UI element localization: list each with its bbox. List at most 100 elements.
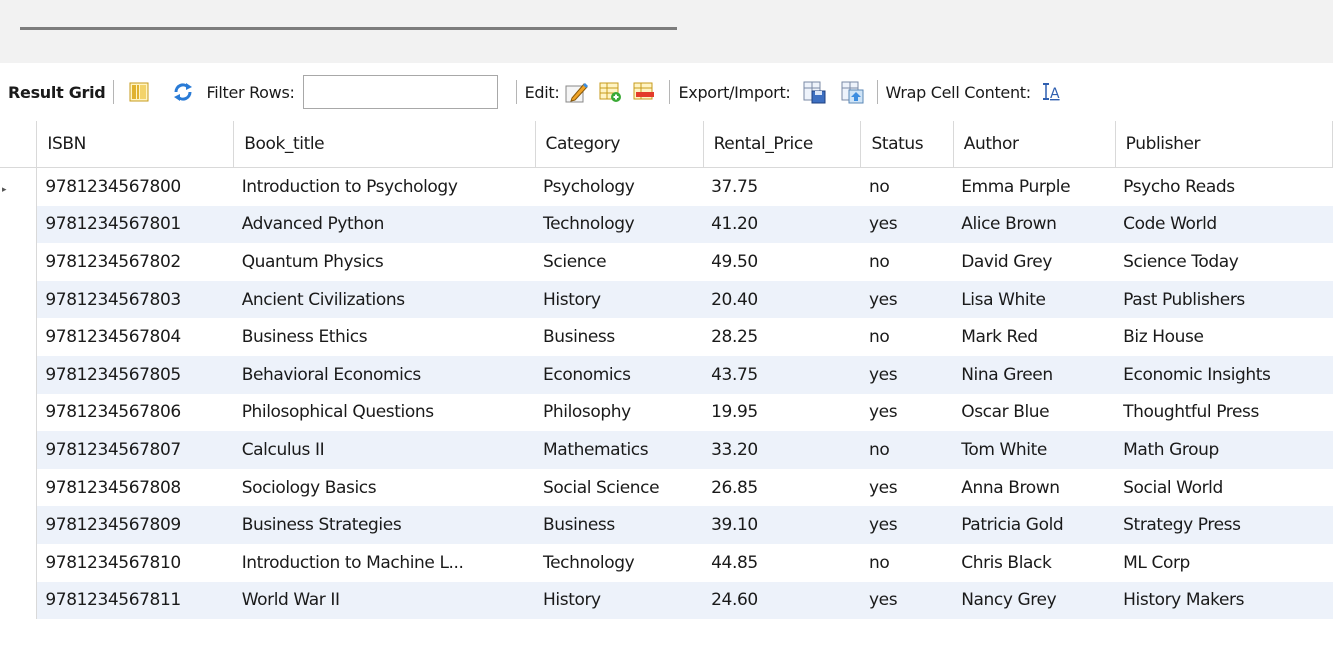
edit-row-icon[interactable] xyxy=(563,79,589,105)
cell-rental-price[interactable]: 19.95 xyxy=(703,393,861,432)
cell-rental-price[interactable]: 44.85 xyxy=(703,543,861,582)
cell-author[interactable]: Oscar Blue xyxy=(953,393,1116,432)
cell-author[interactable]: Nancy Grey xyxy=(953,581,1116,620)
cell-status[interactable]: yes xyxy=(860,468,954,507)
column-header-publisher[interactable]: Publisher xyxy=(1115,121,1333,168)
cell-isbn[interactable]: 9781234567801 xyxy=(36,205,234,244)
table-row[interactable]: 9781234567810 Introduction to Machine L..… xyxy=(0,543,1333,582)
cell-book-title[interactable]: World War II xyxy=(233,581,536,620)
cell-isbn[interactable]: 9781234567808 xyxy=(36,468,234,507)
splitter-bar[interactable] xyxy=(20,27,677,30)
table-row[interactable]: 9781234567807 Calculus II Mathematics 33.20… xyxy=(0,431,1333,469)
cell-publisher[interactable]: Strategy Press xyxy=(1115,506,1333,544)
insert-row-icon[interactable] xyxy=(597,79,623,105)
table-row[interactable]: 9781234567811 World War II History 24.60 yes… xyxy=(0,581,1333,620)
cell-isbn[interactable]: 9781234567806 xyxy=(36,393,234,432)
column-header-status[interactable]: Status xyxy=(860,121,954,168)
table-row[interactable]: 9781234567806 Philosophical Questions Phil… xyxy=(0,393,1333,432)
cell-status[interactable]: no xyxy=(860,431,954,469)
cell-publisher[interactable]: ML Corp xyxy=(1115,543,1333,582)
cell-status[interactable]: yes xyxy=(860,205,954,244)
cell-category[interactable]: Social Science xyxy=(535,468,704,507)
form-view-icon[interactable] xyxy=(126,79,152,105)
cell-author[interactable]: Emma Purple xyxy=(953,167,1116,206)
cell-status[interactable]: no xyxy=(860,167,954,206)
cell-author[interactable]: Tom White xyxy=(953,431,1116,469)
cell-category[interactable]: Technology xyxy=(535,543,704,582)
cell-publisher[interactable]: Math Group xyxy=(1115,431,1333,469)
cell-publisher[interactable]: Thoughtful Press xyxy=(1115,393,1333,432)
cell-author[interactable]: Mark Red xyxy=(953,318,1116,356)
cell-isbn[interactable]: 9781234567811 xyxy=(36,581,234,620)
cell-author[interactable]: Alice Brown xyxy=(953,205,1116,244)
filter-rows-input[interactable] xyxy=(302,75,498,109)
cell-publisher[interactable]: Social World xyxy=(1115,468,1333,507)
cell-book-title[interactable]: Ancient Civilizations xyxy=(233,280,536,319)
row-header[interactable] xyxy=(0,468,38,507)
cell-category[interactable]: History xyxy=(535,581,704,620)
cell-book-title[interactable]: Introduction to Psychology xyxy=(233,167,536,206)
cell-publisher[interactable]: Biz House xyxy=(1115,318,1333,356)
cell-category[interactable]: Philosophy xyxy=(535,393,704,432)
cell-rental-price[interactable]: 43.75 xyxy=(703,355,861,394)
wrap-text-icon[interactable]: A xyxy=(1039,79,1065,105)
row-header[interactable] xyxy=(0,355,38,394)
table-row[interactable]: 9781234567805 Behavioral Economics Economi… xyxy=(0,355,1333,394)
column-header-category[interactable]: Category xyxy=(535,121,704,168)
cell-isbn[interactable]: 9781234567805 xyxy=(36,355,234,394)
cell-category[interactable]: Science xyxy=(535,243,704,281)
cell-publisher[interactable]: Past Publishers xyxy=(1115,280,1333,319)
cell-status[interactable]: no xyxy=(860,318,954,356)
cell-isbn[interactable]: 9781234567802 xyxy=(36,243,234,281)
cell-author[interactable]: Anna Brown xyxy=(953,468,1116,507)
cell-book-title[interactable]: Business Ethics xyxy=(233,318,536,356)
table-row[interactable]: 9781234567801 Advanced Python Technology 41… xyxy=(0,205,1333,244)
column-header-isbn[interactable]: ISBN xyxy=(36,121,235,168)
cell-category[interactable]: Business xyxy=(535,506,704,544)
cell-author[interactable]: David Grey xyxy=(953,243,1116,281)
cell-rental-price[interactable]: 28.25 xyxy=(703,318,861,356)
cell-book-title[interactable]: Introduction to Machine L... xyxy=(233,543,536,582)
row-header[interactable] xyxy=(0,393,38,432)
row-header[interactable] xyxy=(0,205,38,244)
row-header[interactable] xyxy=(0,431,38,469)
cell-rental-price[interactable]: 24.60 xyxy=(703,581,861,620)
cell-rental-price[interactable]: 20.40 xyxy=(703,280,861,319)
cell-publisher[interactable]: Economic Insights xyxy=(1115,355,1333,394)
cell-rental-price[interactable]: 39.10 xyxy=(703,506,861,544)
row-header[interactable] xyxy=(0,581,38,620)
cell-isbn[interactable]: 9781234567804 xyxy=(36,318,234,356)
cell-isbn[interactable]: 9781234567803 xyxy=(36,280,234,319)
cell-rental-price[interactable]: 49.50 xyxy=(703,243,861,281)
cell-publisher[interactable]: Code World xyxy=(1115,205,1333,244)
cell-status[interactable]: no xyxy=(860,243,954,281)
refresh-icon[interactable] xyxy=(170,79,196,105)
cell-book-title[interactable]: Advanced Python xyxy=(233,205,536,244)
cell-status[interactable]: yes xyxy=(860,355,954,394)
cell-isbn[interactable]: 9781234567800 xyxy=(36,167,234,206)
import-icon[interactable] xyxy=(839,79,865,105)
cell-book-title[interactable]: Calculus II xyxy=(233,431,536,469)
row-header[interactable] xyxy=(0,543,38,582)
cell-category[interactable]: Business xyxy=(535,318,704,356)
cell-publisher[interactable]: Psycho Reads xyxy=(1115,167,1333,206)
cell-rental-price[interactable]: 41.20 xyxy=(703,205,861,244)
cell-isbn[interactable]: 9781234567810 xyxy=(36,543,234,582)
row-header[interactable] xyxy=(0,506,38,544)
cell-book-title[interactable]: Sociology Basics xyxy=(233,468,536,507)
cell-status[interactable]: yes xyxy=(860,581,954,620)
cell-rental-price[interactable]: 37.75 xyxy=(703,167,861,206)
column-header-author[interactable]: Author xyxy=(953,121,1116,168)
cell-author[interactable]: Lisa White xyxy=(953,280,1116,319)
cell-category[interactable]: Mathematics xyxy=(535,431,704,469)
row-header[interactable]: ▸ xyxy=(0,167,38,206)
cell-book-title[interactable]: Behavioral Economics xyxy=(233,355,536,394)
cell-category[interactable]: Technology xyxy=(535,205,704,244)
cell-publisher[interactable]: Science Today xyxy=(1115,243,1333,281)
cell-isbn[interactable]: 9781234567807 xyxy=(36,431,234,469)
delete-row-icon[interactable] xyxy=(631,79,657,105)
row-header[interactable] xyxy=(0,280,38,319)
cell-status[interactable]: yes xyxy=(860,506,954,544)
cell-status[interactable]: no xyxy=(860,543,954,582)
cell-category[interactable]: Psychology xyxy=(535,167,704,206)
